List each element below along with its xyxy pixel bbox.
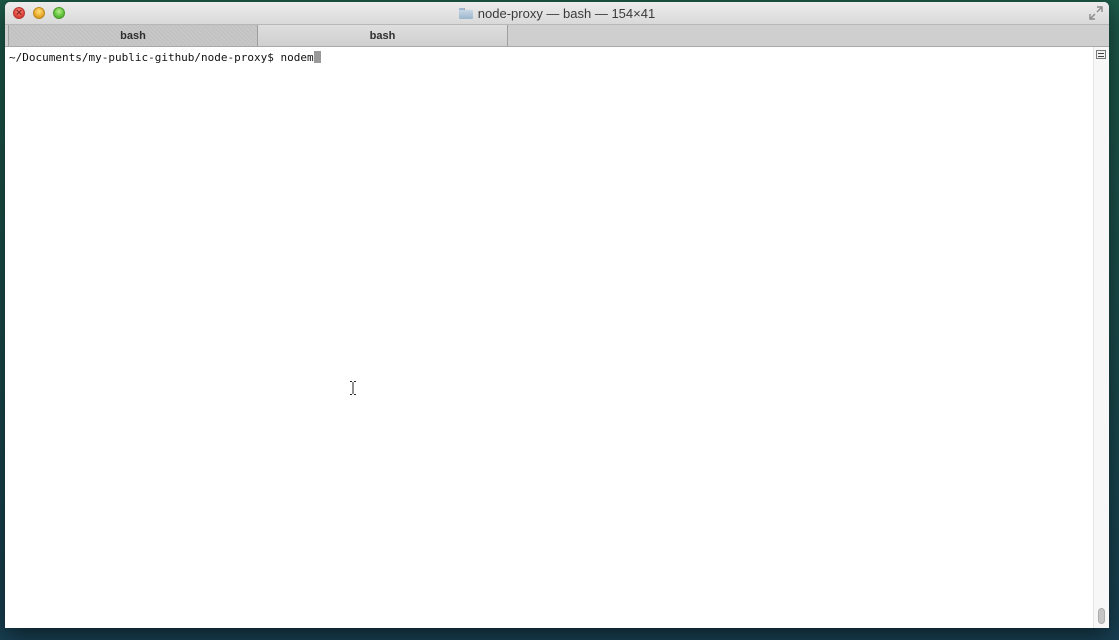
tab-bar: bash bash [5,25,1109,47]
terminal-output-area[interactable]: ~/Documents/my-public-github/node-proxy$… [5,47,1093,628]
command-line: ~/Documents/my-public-github/node-proxy$… [9,51,321,64]
vertical-scrollbar[interactable] [1093,47,1109,628]
tab-bash-active[interactable]: bash [8,25,258,46]
shell-prompt: ~/Documents/my-public-github/node-proxy$ [9,51,281,64]
ibeam-cursor-icon [350,381,356,395]
tab-label: bash [369,29,396,42]
folder-icon [458,8,473,19]
title-bar[interactable]: × node-proxy — bash — 154×41 [5,2,1109,25]
window-title: node-proxy — bash — 154×41 [477,5,656,21]
terminal-window: × node-proxy — bash — 154×41 bash bash ~… [5,2,1109,628]
text-cursor [313,51,321,63]
typed-command: nodem [280,51,314,64]
scroll-thumb[interactable] [1098,608,1105,624]
window-title-group: node-proxy — bash — 154×41 [5,2,1109,24]
fullscreen-icon[interactable] [1089,6,1103,20]
tab-label: bash [120,29,146,42]
tab-bash[interactable]: bash [258,25,508,46]
split-pane-icon[interactable] [1096,50,1106,59]
